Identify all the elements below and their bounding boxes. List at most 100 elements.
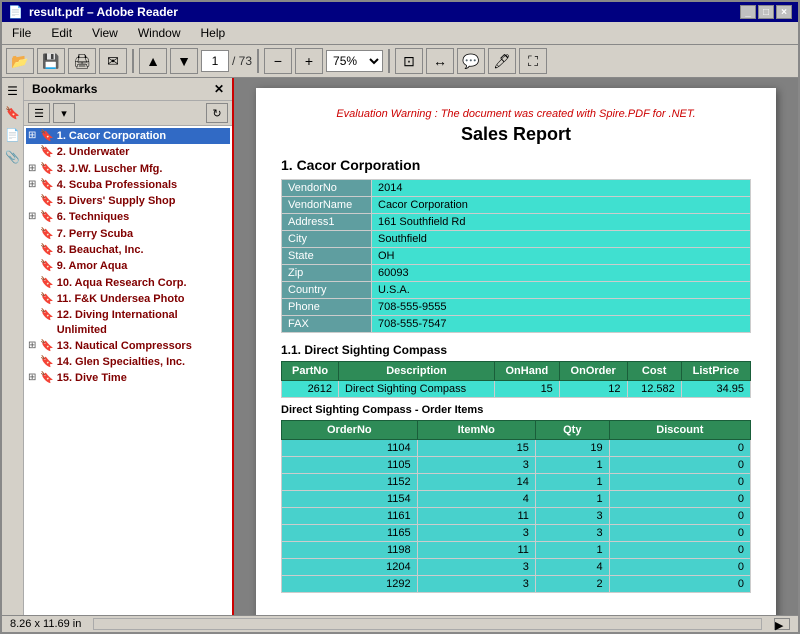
order-cell-5-3: 0 [609,525,750,542]
vendor-label-City: City [282,231,372,248]
bookmarks-menu-button[interactable]: ☰ [28,103,50,123]
bookmark-item-11[interactable]: 🔖11. F&K Undersea Photo [26,291,230,307]
bookmark-label-13: 13. Nautical Compressors [57,339,192,353]
prev-page-button[interactable]: ▲ [139,48,167,74]
menu-file[interactable]: File [6,24,37,42]
bookmark-item-13[interactable]: ⊞🔖13. Nautical Compressors [26,338,230,354]
bookmarks-options-button[interactable]: ▾ [53,103,75,123]
bookmark-expand-icon-3[interactable]: ⊞ [28,163,40,174]
bookmark-item-14[interactable]: 🔖14. Glen Specialties, Inc. [26,354,230,370]
order-cell-6-1: 11 [417,542,535,559]
page-number-input[interactable] [201,50,229,72]
compass-cell-3: 12 [559,381,627,398]
order-cell-2-1: 14 [417,474,535,491]
zoom-select[interactable]: 75% 50% 100% 125% [326,50,383,72]
bookmark-page-icon-8: 🔖 [40,243,54,256]
fullscreen-button[interactable]: ⛶ [519,48,547,74]
bookmark-item-15[interactable]: ⊞🔖15. Dive Time [26,370,230,386]
menu-help[interactable]: Help [195,24,232,42]
bookmark-item-8[interactable]: 🔖8. Beauchat, Inc. [26,242,230,258]
compass-table: PartNoDescriptionOnHandOnOrderCostListPr… [281,361,751,398]
pages-icon[interactable]: 📄 [4,126,22,144]
hand-tool-icon[interactable]: ☰ [4,82,22,100]
order-cell-1-1: 3 [417,457,535,474]
menu-window[interactable]: Window [132,24,187,42]
bookmark-item-2[interactable]: 🔖2. Underwater [26,144,230,160]
open-button[interactable]: 📂 [6,48,34,74]
bookmark-expand-icon-1[interactable]: ⊞ [28,130,40,141]
order-cell-1-2: 1 [535,457,609,474]
bookmark-item-7[interactable]: 🔖7. Perry Scuba [26,226,230,242]
menu-view[interactable]: View [86,24,124,42]
toolbar-separator-2 [257,49,259,73]
order-cell-3-1: 4 [417,491,535,508]
highlight-button[interactable]: 🖊 [488,48,516,74]
bookmark-item-4[interactable]: ⊞🔖4. Scuba Professionals [26,177,230,193]
bookmark-item-5[interactable]: 🔖5. Divers' Supply Shop [26,193,230,209]
bookmark-page-icon-14: 🔖 [40,355,54,368]
bookmarks-icon[interactable]: 🔖 [4,104,22,122]
order-table: OrderNoItemNoQtyDiscount1104151901105310… [281,420,751,593]
bookmark-label-2: 2. Underwater [57,145,130,159]
order-col-orderno: OrderNo [282,421,418,440]
fit-page-button[interactable]: ⊡ [395,48,423,74]
bookmark-page-icon-7: 🔖 [40,227,54,240]
email-button[interactable]: ✉ [99,48,127,74]
vendor-value-Phone: 708-555-9555 [372,299,751,316]
bookmark-expand-icon-6[interactable]: ⊞ [28,211,40,222]
bookmark-item-3[interactable]: ⊞🔖3. J.W. Luscher Mfg. [26,161,230,177]
scrollbar-right-btn[interactable]: ▶ [774,618,790,630]
bookmark-expand-icon-4[interactable]: ⊞ [28,179,40,190]
attach-icon[interactable]: 📎 [4,148,22,166]
eval-warning: Evaluation Warning : The document was cr… [281,108,751,120]
order-col-qty: Qty [535,421,609,440]
pdf-page: Evaluation Warning : The document was cr… [256,88,776,615]
order-cell-4-1: 11 [417,508,535,525]
bookmark-page-icon-5: 🔖 [40,194,54,207]
horizontal-scrollbar[interactable] [93,618,762,630]
bookmark-item-9[interactable]: 🔖9. Amor Aqua [26,258,230,274]
bookmark-label-15: 15. Dive Time [57,371,127,385]
order-cell-6-0: 1198 [282,542,418,559]
maximize-button[interactable]: □ [758,5,774,19]
order-cell-0-3: 0 [609,440,750,457]
comment-button[interactable]: 💬 [457,48,485,74]
order-col-itemno: ItemNo [417,421,535,440]
zoom-out-button[interactable]: − [264,48,292,74]
order-cell-3-0: 1154 [282,491,418,508]
menu-edit[interactable]: Edit [45,24,78,42]
bookmark-expand-icon-15[interactable]: ⊞ [28,372,40,383]
bookmark-item-12[interactable]: 🔖12. Diving International Unlimited [26,307,230,338]
vendor-table: VendorNo2014VendorNameCacor CorporationA… [281,179,751,333]
bookmarks-close-icon[interactable]: ✕ [214,82,224,96]
order-cell-8-2: 2 [535,576,609,593]
bookmarks-list[interactable]: ⊞🔖1. Cacor Corporation🔖2. Underwater⊞🔖3.… [24,126,232,615]
left-icon-strip: ☰ 🔖 📄 📎 [2,78,24,615]
bookmark-page-icon-3: 🔖 [40,162,54,175]
save-button[interactable]: 💾 [37,48,65,74]
order-cell-7-2: 4 [535,559,609,576]
order-cell-4-2: 3 [535,508,609,525]
zoom-in-button[interactable]: + [295,48,323,74]
bookmarks-toolbar: ☰ ▾ ↻ [24,101,232,126]
bookmark-item-6[interactable]: ⊞🔖6. Techniques [26,209,230,225]
bookmarks-header: Bookmarks ✕ [24,78,232,101]
compass-col-listprice: ListPrice [681,362,750,381]
bookmark-item-1[interactable]: ⊞🔖1. Cacor Corporation [26,128,230,144]
print-button[interactable]: 🖨 [68,48,96,74]
order-cell-1-0: 1105 [282,457,418,474]
pdf-area[interactable]: Evaluation Warning : The document was cr… [234,78,798,615]
fit-width-button[interactable]: ↔ [426,48,454,74]
bookmarks-refresh-button[interactable]: ↻ [206,103,228,123]
bookmark-item-10[interactable]: 🔖10. Aqua Research Corp. [26,275,230,291]
minimize-button[interactable]: _ [740,5,756,19]
next-page-button[interactable]: ▼ [170,48,198,74]
bookmark-page-icon-10: 🔖 [40,276,54,289]
order-cell-0-1: 15 [417,440,535,457]
order-cell-7-1: 3 [417,559,535,576]
order-cell-5-1: 3 [417,525,535,542]
toolbar: 📂 💾 🖨 ✉ ▲ ▼ / 73 − + 75% 50% 100% 125% ⊡… [2,45,798,78]
compass-col-description: Description [339,362,495,381]
close-button[interactable]: × [776,5,792,19]
bookmark-expand-icon-13[interactable]: ⊞ [28,340,40,351]
